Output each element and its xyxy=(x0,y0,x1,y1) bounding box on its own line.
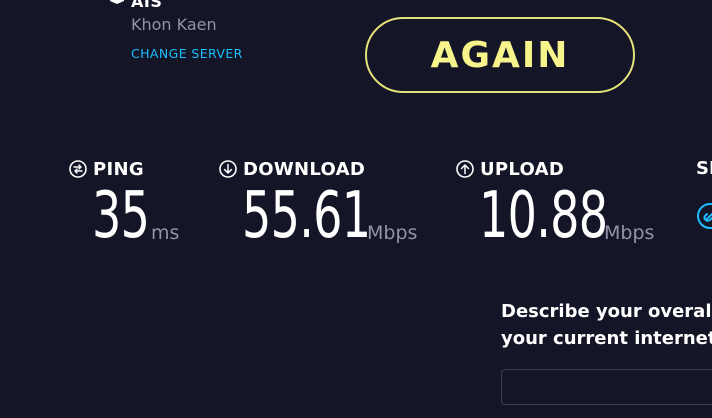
download-unit: Mbps xyxy=(367,222,418,244)
survey-question-line-1: Describe your overall xyxy=(501,301,712,322)
again-button-label: AGAIN xyxy=(430,34,570,76)
upload-unit: Mbps xyxy=(604,222,655,244)
again-button[interactable]: AGAIN xyxy=(365,17,635,93)
partial-metric-label: SE xyxy=(696,158,712,179)
ping-icon xyxy=(69,160,87,178)
speedtest-result-page: AIS Khon Kaen CHANGE SERVER AGAIN PING 3… xyxy=(0,0,712,418)
survey-question-line-2: your current internet xyxy=(501,328,712,349)
isp-name: AIS xyxy=(131,0,163,11)
upload-value: 10.88 xyxy=(479,179,608,253)
change-server-link[interactable]: CHANGE SERVER xyxy=(131,46,243,61)
survey-question: Describe your overall your current inter… xyxy=(501,298,712,352)
download-value: 55.61 xyxy=(242,179,371,253)
ping-value: 35 xyxy=(92,179,150,253)
link-icon[interactable] xyxy=(696,202,712,230)
ping-unit: ms xyxy=(151,222,180,244)
survey-rating-input[interactable] xyxy=(501,369,712,405)
upload-arrow-icon xyxy=(456,160,474,178)
download-arrow-icon xyxy=(219,160,237,178)
server-icon xyxy=(110,0,124,4)
server-location: Khon Kaen xyxy=(131,15,217,34)
